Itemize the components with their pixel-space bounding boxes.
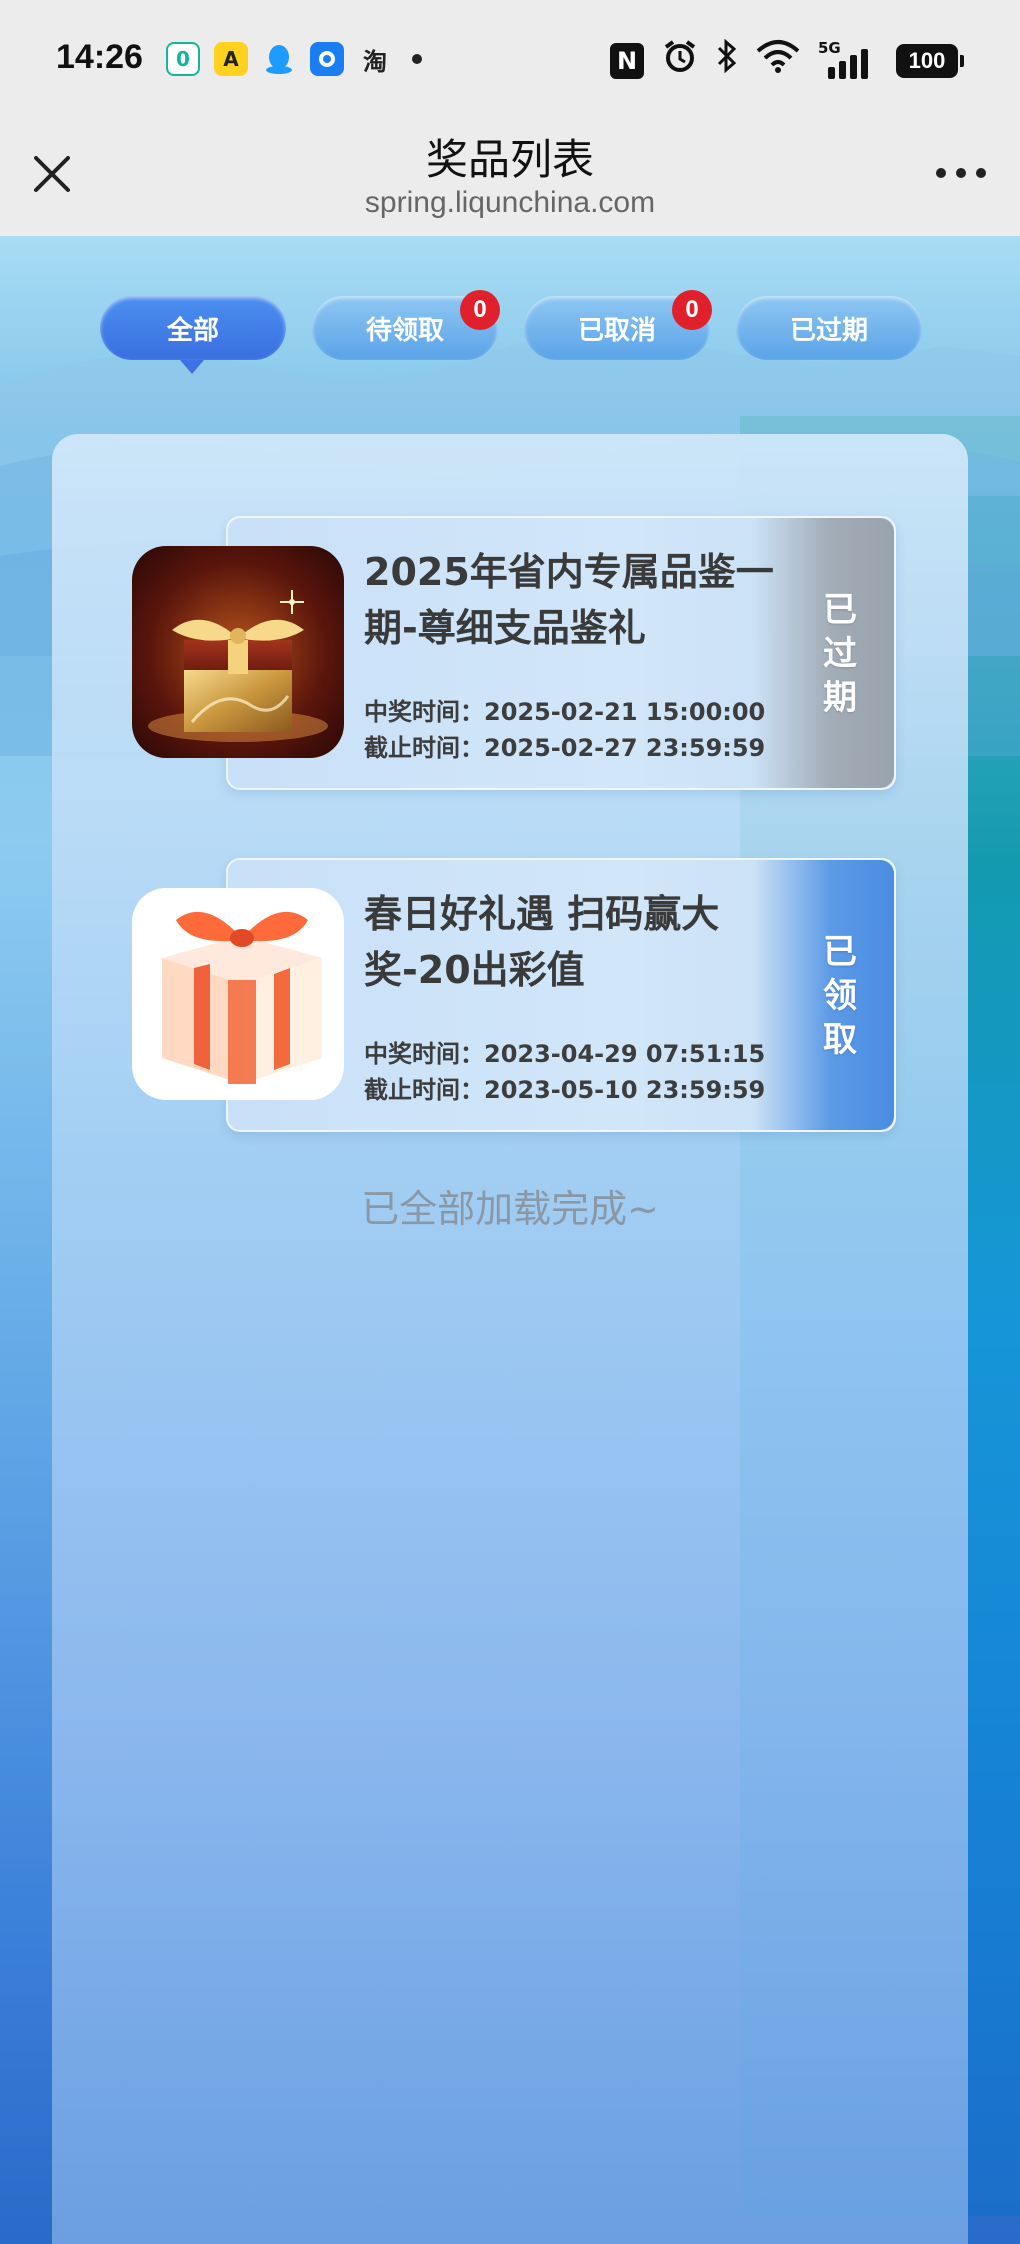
prize-card[interactable]: 已领取 春日好礼遇 扫码赢大奖-20出彩值 中奖时间：2023-04-29 07… xyxy=(132,858,896,1132)
more-notifications-dot xyxy=(412,54,422,64)
prize-title: 春日好礼遇 扫码赢大奖-20出彩值 xyxy=(364,892,720,992)
wifi-icon xyxy=(756,39,800,82)
tab-all[interactable]: 全部 xyxy=(100,296,286,374)
prize-title: 2025年省内专属品鉴一期-尊细支品鉴礼 xyxy=(364,550,774,650)
prize-win-time: 中奖时间：2023-04-29 07:51:15 xyxy=(364,1040,766,1068)
more-dot-icon xyxy=(936,168,946,178)
qq-icon xyxy=(262,42,296,76)
bluetooth-icon xyxy=(716,38,738,82)
load-complete-text: 已全部加载完成~ xyxy=(361,1187,659,1231)
nfc-icon: N xyxy=(610,42,644,79)
taobao-icon: 淘 xyxy=(363,47,387,76)
gift-box-icon xyxy=(132,888,344,1100)
battery-icon: 100 xyxy=(896,43,964,78)
page-title: 奖品列表 xyxy=(425,135,594,184)
count-badge: 0 xyxy=(672,290,712,330)
prize-deadline: 截止时间：2025-02-27 23:59:59 xyxy=(364,734,766,762)
prize-deadline: 截止时间：2023-05-10 23:59:59 xyxy=(364,1076,766,1104)
page-url: spring.liqunchina.com xyxy=(364,186,656,219)
tab-label: 已取消 xyxy=(577,315,656,346)
app-notification-icon: A xyxy=(214,42,248,76)
more-dot-icon xyxy=(956,168,966,178)
alarm-icon xyxy=(662,38,698,83)
prize-card[interactable]: 已过期 2025年省内专属品鉴一期-尊细支品鉴礼 中奖时间：2025-02-21… xyxy=(132,516,896,790)
notification-icons: 0 A 淘 xyxy=(166,42,422,76)
tab-pending[interactable]: 待领取 0 xyxy=(312,290,500,360)
alipay-icon xyxy=(310,42,344,76)
tab-label: 已过期 xyxy=(789,315,868,346)
tab-expired[interactable]: 已过期 xyxy=(736,296,922,360)
tab-label: 待领取 xyxy=(365,315,444,346)
prize-thumbnail xyxy=(132,888,344,1100)
prize-win-time: 中奖时间：2025-02-21 15:00:00 xyxy=(364,698,766,726)
prize-status: 已领取 xyxy=(823,932,857,1060)
more-dot-icon xyxy=(976,168,986,178)
prize-thumbnail xyxy=(132,546,344,758)
more-options-button[interactable] xyxy=(936,168,986,178)
tab-cancelled[interactable]: 已取消 0 xyxy=(524,290,712,360)
system-icons: N 5G 100 xyxy=(610,38,964,83)
clock: 14:26 xyxy=(56,38,143,76)
cellular-signal-icon: 5G xyxy=(818,39,878,81)
app-notification-icon: 0 xyxy=(166,42,200,76)
count-badge: 0 xyxy=(460,290,500,330)
status-bar: 14:26 0 A 淘 N 5G 100 xyxy=(0,0,1020,120)
gift-box-icon xyxy=(132,546,344,758)
filter-tabs: 全部 待领取 0 已取消 0 已过期 xyxy=(100,290,922,374)
title-bar: 奖品列表 spring.liqunchina.com xyxy=(0,120,1020,236)
tab-label: 全部 xyxy=(166,315,219,346)
prize-status: 已过期 xyxy=(823,590,857,718)
